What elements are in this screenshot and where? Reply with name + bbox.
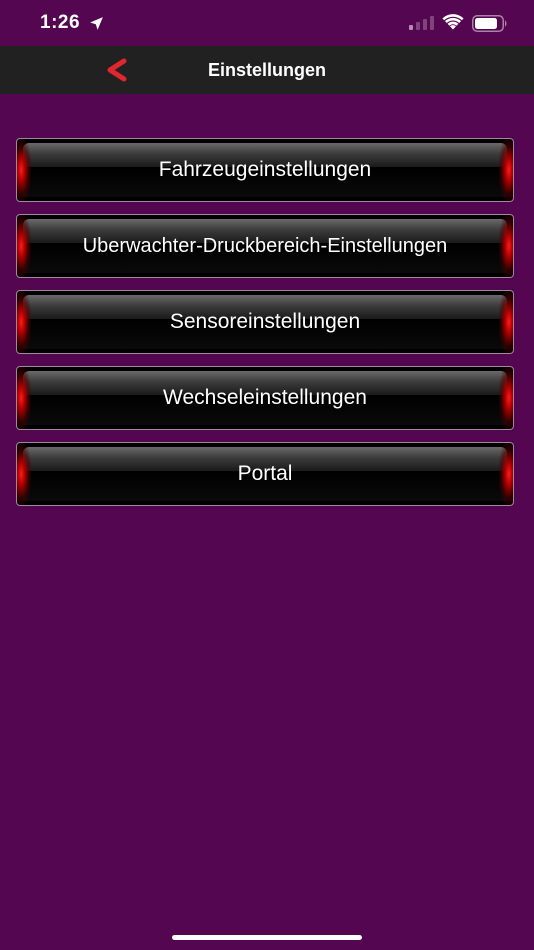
menu-button-label: Sensoreinstellungen xyxy=(169,310,361,333)
sensor-settings-button[interactable]: Sensoreinstellungen xyxy=(16,290,514,354)
page-title: Einstellungen xyxy=(207,60,326,80)
battery-icon xyxy=(472,15,507,32)
cellular-signal-icon xyxy=(409,16,434,30)
wifi-icon xyxy=(442,14,464,30)
menu-button-label: Wechseleinstellungen xyxy=(163,386,367,409)
swap-settings-button[interactable]: Wechseleinstellungen xyxy=(16,366,514,430)
pressure-range-settings-button[interactable]: Uberwachter-Druckbereich-Einstellungen xyxy=(16,214,514,278)
settings-menu: Fahrzeugeinstellungen Uberwachter-Druckb… xyxy=(16,138,514,518)
back-button[interactable] xyxy=(96,52,136,88)
chevron-left-icon xyxy=(107,58,127,82)
menu-button-label: Portal xyxy=(237,462,293,485)
menu-button-label: Uberwachter-Druckbereich-Einstellungen xyxy=(82,234,448,257)
status-bar: 1:26 xyxy=(0,0,534,46)
status-time: 1:26 xyxy=(40,12,81,33)
vehicle-settings-button[interactable]: Fahrzeugeinstellungen xyxy=(16,138,514,202)
menu-button-label: Fahrzeugeinstellungen xyxy=(158,158,372,181)
portal-button[interactable]: Portal xyxy=(16,442,514,506)
navigation-bar: Einstellungen xyxy=(0,46,534,94)
home-indicator[interactable] xyxy=(172,935,362,940)
location-arrow-icon xyxy=(90,17,103,30)
